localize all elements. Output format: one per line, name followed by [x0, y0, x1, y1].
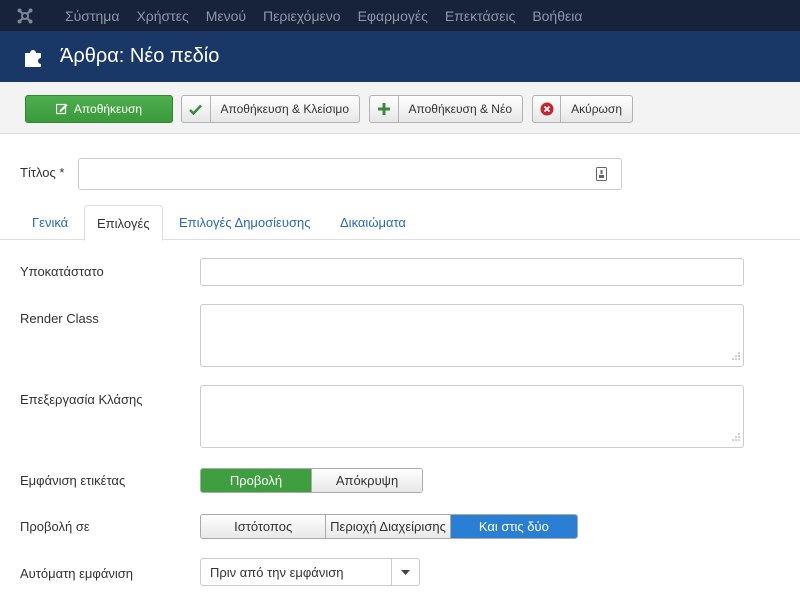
automatic-display-label: Αυτόματη εμφάνιση: [20, 566, 134, 581]
show-label-option-hide[interactable]: Απόκρυψη: [312, 469, 422, 492]
menu-help[interactable]: Βοήθεια: [532, 8, 582, 24]
top-menubar: Σύστημα Χρήστες Μενού Περιεχόμενο Εφαρμο…: [0, 0, 800, 31]
plus-icon: [370, 96, 399, 122]
save-close-button[interactable]: Αποθήκευση & Κλείσιμο: [181, 95, 360, 123]
show-on-label: Προβολή σε: [20, 519, 90, 534]
show-label-option-show[interactable]: Προβολή: [201, 469, 312, 492]
tab-general[interactable]: Γενικά: [20, 205, 80, 240]
automatic-display-select[interactable]: Πριν από την εμφάνιση: [200, 558, 420, 586]
placeholder-label: Υποκατάστατο: [20, 264, 104, 279]
render-class-textarea[interactable]: [200, 304, 744, 367]
edit-class-label: Επεξεργασία Κλάσης: [20, 392, 143, 407]
show-on-option-both[interactable]: Και στις δύο: [450, 515, 577, 538]
render-class-label: Render Class: [20, 311, 99, 326]
toolbar: Αποθήκευση Αποθήκευση & Κλείσιμο Αποθήκε…: [0, 82, 800, 134]
check-icon: [182, 96, 211, 122]
tab-options[interactable]: Επιλογές: [84, 205, 163, 241]
show-on-toggle: Ιστότοπος Περιοχή Διαχείρισης Και στις δ…: [200, 514, 578, 539]
save-new-button[interactable]: Αποθήκευση & Νέο: [369, 95, 523, 123]
resize-grip-icon[interactable]: [732, 429, 740, 444]
edit-icon: [55, 96, 68, 122]
menu-menus[interactable]: Μενού: [206, 8, 246, 24]
show-on-option-admin[interactable]: Περιοχή Διαχείρισης: [326, 515, 451, 538]
input-helper-icon[interactable]: [596, 167, 607, 184]
show-label-toggle: Προβολή Απόκρυψη: [200, 468, 423, 493]
menu-content[interactable]: Περιεχόμενο: [263, 8, 341, 24]
page-title: Άρθρα: Νέο πεδίο: [60, 45, 220, 67]
menu-extensions[interactable]: Επεκτάσεις: [445, 8, 515, 24]
edit-class-textarea[interactable]: [200, 385, 744, 448]
cancel-label: Ακύρωση: [571, 102, 622, 116]
tab-permissions[interactable]: Δικαιώματα: [328, 205, 418, 240]
title-label: Τίτλος *: [20, 165, 65, 180]
show-label-label: Εμφάνιση ετικέτας: [20, 473, 126, 488]
save-button[interactable]: Αποθήκευση: [25, 95, 173, 123]
save-close-label: Αποθήκευση & Κλείσιμο: [220, 102, 349, 116]
title-input[interactable]: [79, 159, 579, 189]
chevron-down-icon[interactable]: [391, 559, 419, 585]
joomla-logo-icon[interactable]: [0, 0, 50, 31]
menu-system[interactable]: Σύστημα: [65, 8, 119, 24]
cancel-icon: [533, 96, 562, 122]
menu-components[interactable]: Εφαρμογές: [358, 8, 428, 24]
save-label: Αποθήκευση: [73, 102, 143, 116]
menu-users[interactable]: Χρήστες: [136, 8, 188, 24]
title-field[interactable]: [78, 158, 622, 190]
automatic-display-value: Πριν από την εμφάνιση: [210, 564, 344, 580]
save-new-label: Αποθήκευση & Νέο: [408, 102, 513, 116]
tab-publishing-options[interactable]: Επιλογές Δημοσίευσης: [167, 205, 323, 240]
placeholder-input[interactable]: [200, 258, 744, 286]
page-header: Άρθρα: Νέο πεδίο: [0, 31, 800, 82]
cancel-button[interactable]: Ακύρωση: [532, 95, 633, 123]
tab-bar: Γενικά Επιλογές Επιλογές Δημοσίευσης Δικ…: [0, 205, 800, 241]
resize-grip-icon[interactable]: [732, 348, 740, 363]
puzzle-icon: [22, 44, 48, 70]
show-on-option-site[interactable]: Ιστότοπος: [201, 515, 327, 538]
